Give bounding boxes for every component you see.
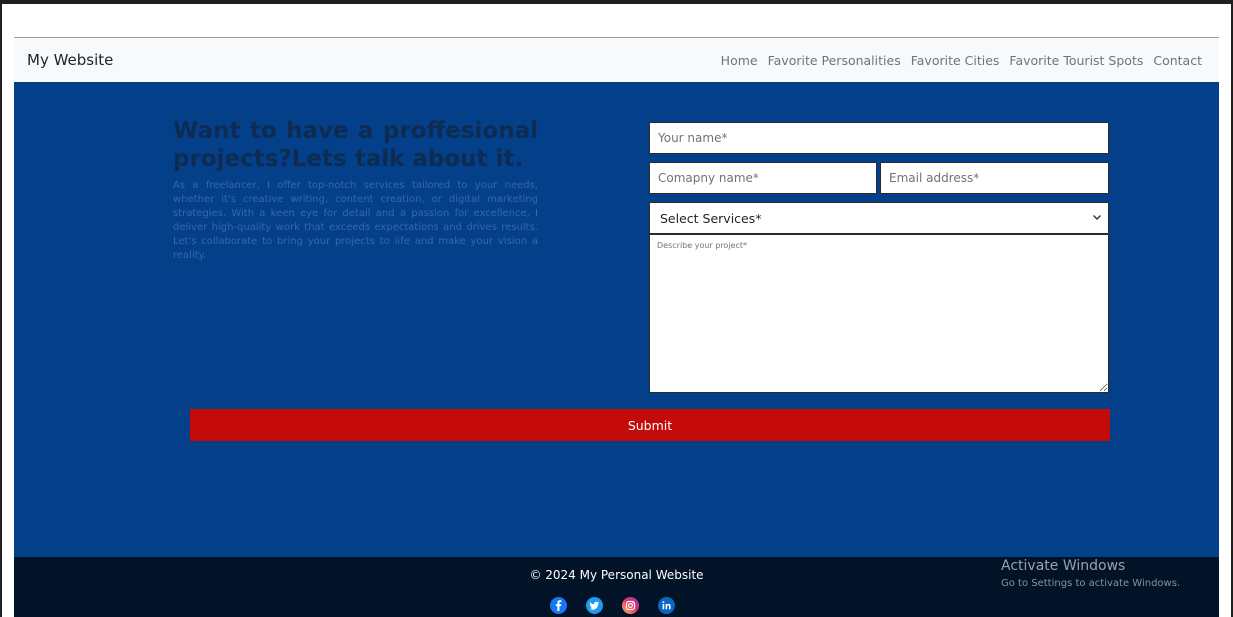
nav-links: Home Favorite Personalities Favorite Cit… — [721, 53, 1202, 68]
window-left-border — [0, 0, 2, 617]
services-select-value: Select Services* — [660, 210, 762, 226]
social-links — [550, 597, 675, 614]
pitch-block: Want to have a proffesional projects?Let… — [173, 117, 538, 263]
company-input[interactable] — [649, 162, 877, 194]
facebook-icon[interactable] — [550, 597, 567, 614]
footer: © 2024 My Personal Website Activate Wind… — [14, 557, 1219, 617]
pitch-title: Want to have a proffesional projects?Let… — [173, 118, 538, 172]
watermark-title: Activate Windows — [1001, 558, 1126, 574]
submit-button[interactable]: Submit — [190, 409, 1110, 441]
chevron-down-icon — [1093, 215, 1101, 220]
brand-link[interactable]: My Website — [27, 51, 113, 69]
nav-link-favorite-tourist-spots[interactable]: Favorite Tourist Spots — [1009, 53, 1143, 68]
nav-link-contact[interactable]: Contact — [1153, 53, 1202, 68]
nav-link-favorite-cities[interactable]: Favorite Cities — [911, 53, 1000, 68]
watermark-subtitle: Go to Settings to activate Windows. — [1001, 578, 1181, 589]
page-container: My Website Home Favorite Personalities F… — [14, 37, 1219, 617]
window-top-border — [0, 0, 1233, 4]
activate-windows-watermark: Activate Windows Go to Settings to activ… — [1001, 557, 1180, 591]
instagram-icon[interactable] — [622, 597, 639, 614]
navbar: My Website Home Favorite Personalities F… — [14, 37, 1219, 82]
project-description-textarea[interactable] — [649, 234, 1109, 393]
nav-link-home[interactable]: Home — [721, 53, 758, 68]
name-input[interactable] — [649, 122, 1109, 154]
twitter-icon[interactable] — [586, 597, 603, 614]
pitch-description: As a freelancer, I offer top-notch servi… — [173, 180, 538, 261]
contact-section: Want to have a proffesional projects?Let… — [14, 82, 1219, 557]
email-input[interactable] — [880, 162, 1109, 194]
services-select[interactable]: Select Services* — [649, 202, 1109, 234]
linkedin-icon[interactable] — [658, 597, 675, 614]
nav-link-favorite-personalities[interactable]: Favorite Personalities — [768, 53, 901, 68]
